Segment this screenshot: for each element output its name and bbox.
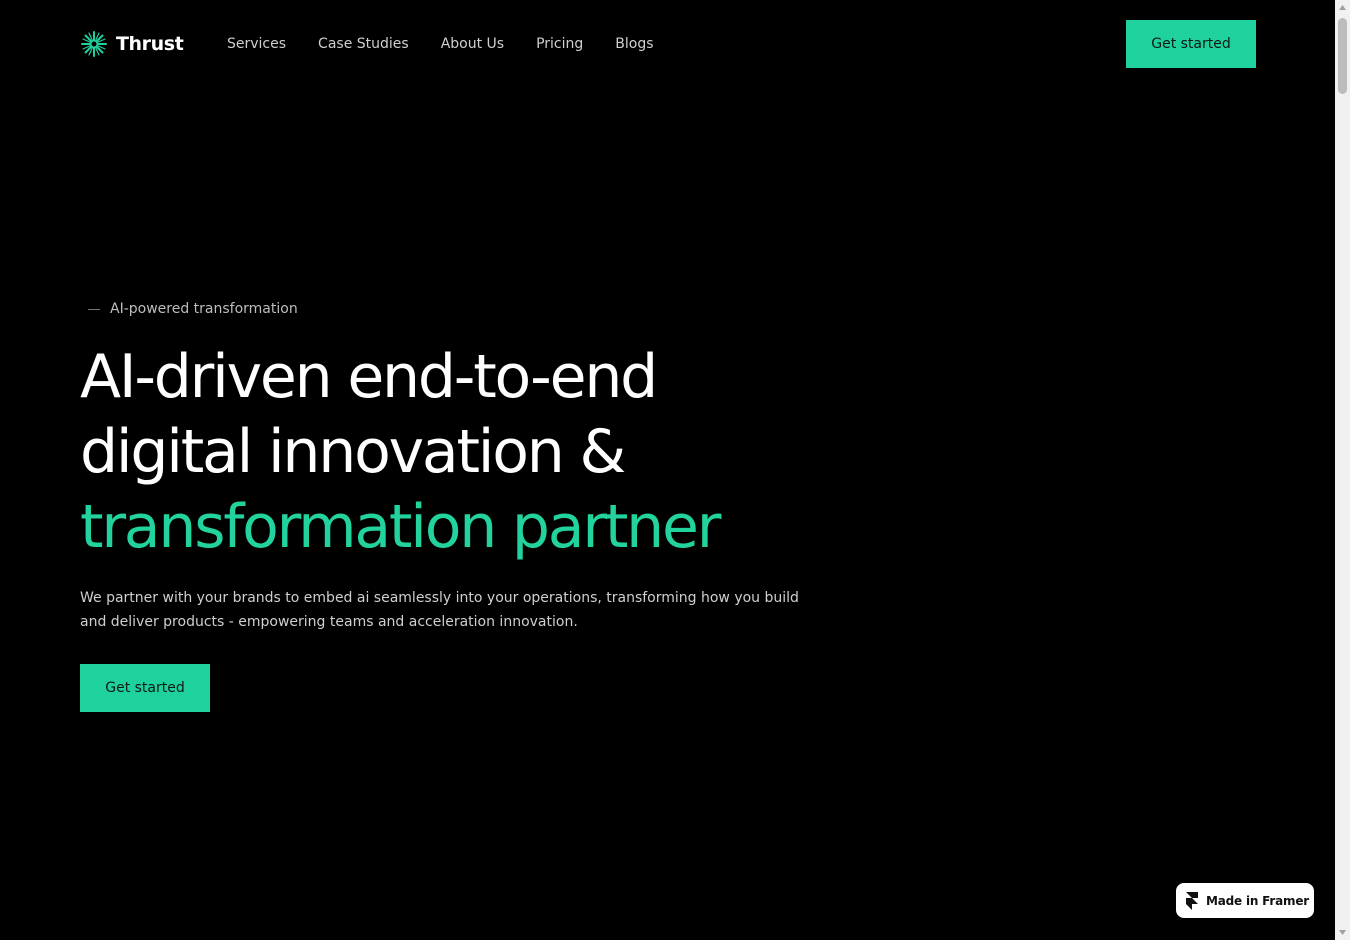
brand-name: Thrust	[116, 33, 184, 55]
hero-headline: AI-driven end-to-end digital innovation …	[80, 340, 840, 565]
made-in-framer-badge[interactable]: Made in Framer	[1176, 883, 1314, 918]
nav-link-pricing[interactable]: Pricing	[536, 35, 583, 53]
nav-link-services[interactable]: Services	[227, 35, 286, 53]
eyebrow-dash	[88, 308, 100, 310]
main-nav: Services Case Studies About Us Pricing B…	[227, 35, 654, 53]
eyebrow-text: AI-powered transformation	[110, 301, 298, 317]
scroll-up-arrow-icon[interactable]	[1335, 0, 1350, 15]
headline-line-1: AI-driven end-to-end	[80, 342, 658, 412]
nav-link-blogs[interactable]: Blogs	[615, 35, 653, 53]
nav-link-case-studies[interactable]: Case Studies	[318, 35, 409, 53]
header-get-started-button[interactable]: Get started	[1126, 20, 1256, 68]
sparkle-asterisk-icon	[81, 31, 107, 57]
page-viewport: Thrust Services Case Studies About Us Pr…	[0, 0, 1335, 940]
badge-label: Made in Framer	[1206, 893, 1309, 908]
headline-line-2: digital innovation &	[80, 417, 626, 487]
scrollbar-thumb[interactable]	[1338, 18, 1347, 94]
headline-line-3-accent: transformation partner	[80, 492, 721, 562]
nav-link-about-us[interactable]: About Us	[441, 35, 504, 53]
framer-logo-icon	[1186, 891, 1198, 910]
hero-get-started-button[interactable]: Get started	[80, 664, 210, 712]
hero-eyebrow: AI-powered transformation	[88, 300, 298, 318]
scroll-down-arrow-icon[interactable]	[1335, 925, 1350, 940]
vertical-scrollbar[interactable]	[1335, 0, 1350, 940]
brand-logo[interactable]: Thrust	[80, 30, 184, 58]
hero-subtitle: We partner with your brands to embed ai …	[80, 590, 799, 630]
